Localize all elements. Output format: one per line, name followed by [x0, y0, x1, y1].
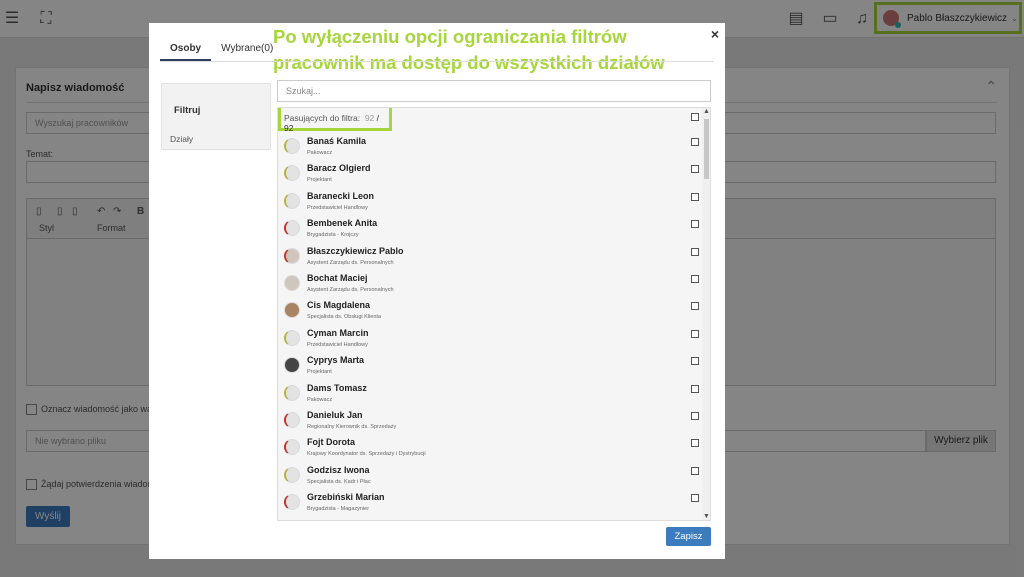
person-name: Godzisz Iwona — [307, 464, 370, 475]
person-role: Projektant — [307, 177, 332, 184]
person-name: Banaś Kamila — [307, 136, 367, 146]
list-item[interactable]: Bochat Maciej Asystent Zarządu ds. Person… — [278, 269, 702, 296]
match-count-matched: 92 — [364, 113, 375, 123]
list-item[interactable]: Cyprys Marta Projektant — [278, 351, 702, 378]
person-checkbox[interactable] — [691, 357, 699, 366]
list-item[interactable]: Bembenek Anita Brygadzista - Krojczy — [278, 214, 702, 241]
list-item[interactable]: Grzebiński Marian Brygadzista - Magazynie… — [278, 488, 702, 515]
scrollbar[interactable]: ▲ ▼ — [702, 108, 710, 520]
avatar — [284, 494, 300, 511]
list-item[interactable]: Baranecki Leon Przedstawiciel Handlowy — [278, 187, 702, 214]
match-count: Pasujących do filtra: 92 / 92 — [278, 108, 392, 133]
people-list: Pasujących do filtra: 92 / 92 Banaś Kami… — [277, 107, 711, 521]
person-checkbox[interactable] — [691, 439, 699, 448]
person-role: Specjalista ds. Kadr i Płac — [307, 478, 371, 485]
person-checkbox[interactable] — [691, 329, 699, 338]
list-item[interactable]: Fojt Dorota Krajowy Koordynator ds. Sprze… — [278, 433, 702, 460]
person-name: Cyman Marcin — [307, 327, 369, 338]
person-role: Asystent Zarządu ds. Personalnych — [307, 259, 394, 266]
filter-title: Filtruj — [174, 105, 201, 116]
list-item[interactable]: Cyman Marcin Przedstawiciel Handlowy — [278, 324, 702, 351]
list-item[interactable]: Godzisz Iwona Specjalista ds. Kadr i Płac — [278, 461, 702, 488]
person-role: Pakowacz — [307, 396, 333, 403]
person-checkbox[interactable] — [691, 138, 699, 146]
person-name: Baracz Olgierd — [307, 163, 371, 174]
person-role: Specjalista ds. Obsługi Klienta — [307, 314, 381, 321]
avatar — [284, 247, 300, 264]
person-checkbox[interactable] — [691, 302, 699, 311]
avatar — [284, 165, 300, 182]
person-role: Brygadzista - Krojczy — [307, 232, 359, 239]
avatar — [284, 302, 300, 319]
save-button[interactable]: Zapisz — [666, 527, 711, 546]
person-role: Przedstawiciel Handlowy — [307, 204, 368, 211]
person-name: Fojt Dorota — [307, 437, 355, 448]
person-checkbox[interactable] — [691, 275, 699, 283]
avatar — [284, 466, 300, 483]
list-item[interactable]: Banaś Kamila Pakowacz — [278, 132, 702, 159]
avatar — [284, 357, 300, 374]
person-name: Błaszczykiewicz Pablo — [307, 245, 404, 256]
avatar — [284, 220, 300, 237]
person-name: Bochat Maciej — [307, 273, 368, 283]
avatar — [284, 384, 300, 401]
person-checkbox[interactable] — [691, 192, 699, 201]
search-input[interactable]: Szukaj... — [277, 80, 711, 102]
tab-people[interactable]: Osoby — [160, 39, 212, 61]
list-item[interactable]: Cis Magdalena Specjalista ds. Obsługi Kli… — [278, 296, 702, 323]
person-role: Przedstawiciel Handlowy — [307, 341, 368, 348]
person-checkbox[interactable] — [691, 494, 699, 503]
filter-panel: Filtruj Działy — [161, 83, 271, 150]
person-checkbox[interactable] — [691, 412, 699, 420]
avatar — [284, 138, 300, 154]
avatar — [284, 439, 300, 456]
person-role: Asystent Zarządu ds. Personalnych — [307, 287, 394, 293]
person-name: Dams Tomasz — [307, 382, 367, 393]
list-item[interactable]: Błaszczykiewicz Pablo Asystent Zarządu ds… — [278, 242, 702, 269]
avatar — [284, 192, 300, 209]
person-checkbox[interactable] — [691, 466, 699, 475]
list-item[interactable]: Dams Tomasz Pakowacz — [278, 379, 702, 406]
person-role: Pakowacz — [307, 150, 333, 156]
select-all-checkbox[interactable] — [691, 113, 699, 121]
match-count-label: Pasujących do filtra: — [284, 113, 361, 123]
filter-departments[interactable]: Działy — [170, 134, 193, 144]
person-name: Bembenek Anita — [307, 218, 378, 229]
scroll-up-icon[interactable]: ▲ — [703, 108, 710, 115]
list-item[interactable]: Danieluk Jan Regionalny Kierownik ds. Spr… — [278, 406, 702, 433]
person-role: Krajowy Koordynator ds. Sprzedaży i Dyst… — [307, 451, 426, 458]
person-role: Projektant — [307, 369, 332, 376]
person-name: Danieluk Jan — [307, 410, 363, 420]
person-name: Baranecki Leon — [307, 190, 375, 201]
annotation-text: Po wyłączeniu opcji ograniczania filtrów… — [273, 26, 665, 73]
scroll-thumb[interactable] — [704, 119, 709, 179]
person-name: Grzebiński Marian — [307, 492, 385, 503]
person-checkbox[interactable] — [691, 165, 699, 174]
person-role: Regionalny Kierownik ds. Sprzedaży — [307, 424, 397, 430]
avatar — [284, 275, 300, 291]
tab-selected[interactable]: Wybrane(0) — [211, 39, 283, 61]
avatar — [284, 412, 300, 428]
person-role: Brygadzista - Magazynier — [307, 506, 370, 513]
person-name: Cyprys Marta — [307, 355, 365, 366]
scroll-down-icon[interactable]: ▼ — [703, 513, 710, 520]
list-item[interactable]: Baracz Olgierd Projektant — [278, 159, 702, 186]
person-checkbox[interactable] — [691, 384, 699, 393]
avatar — [284, 329, 300, 346]
match-count-separator: / — [376, 113, 380, 123]
person-name: Cis Magdalena — [307, 300, 371, 311]
recipient-picker-modal: × Po wyłączeniu opcji ograniczania filtr… — [149, 23, 725, 559]
tab-bar: Osoby Wybrane(0) — [160, 39, 283, 61]
person-checkbox[interactable] — [691, 247, 699, 256]
person-checkbox[interactable] — [691, 220, 699, 229]
